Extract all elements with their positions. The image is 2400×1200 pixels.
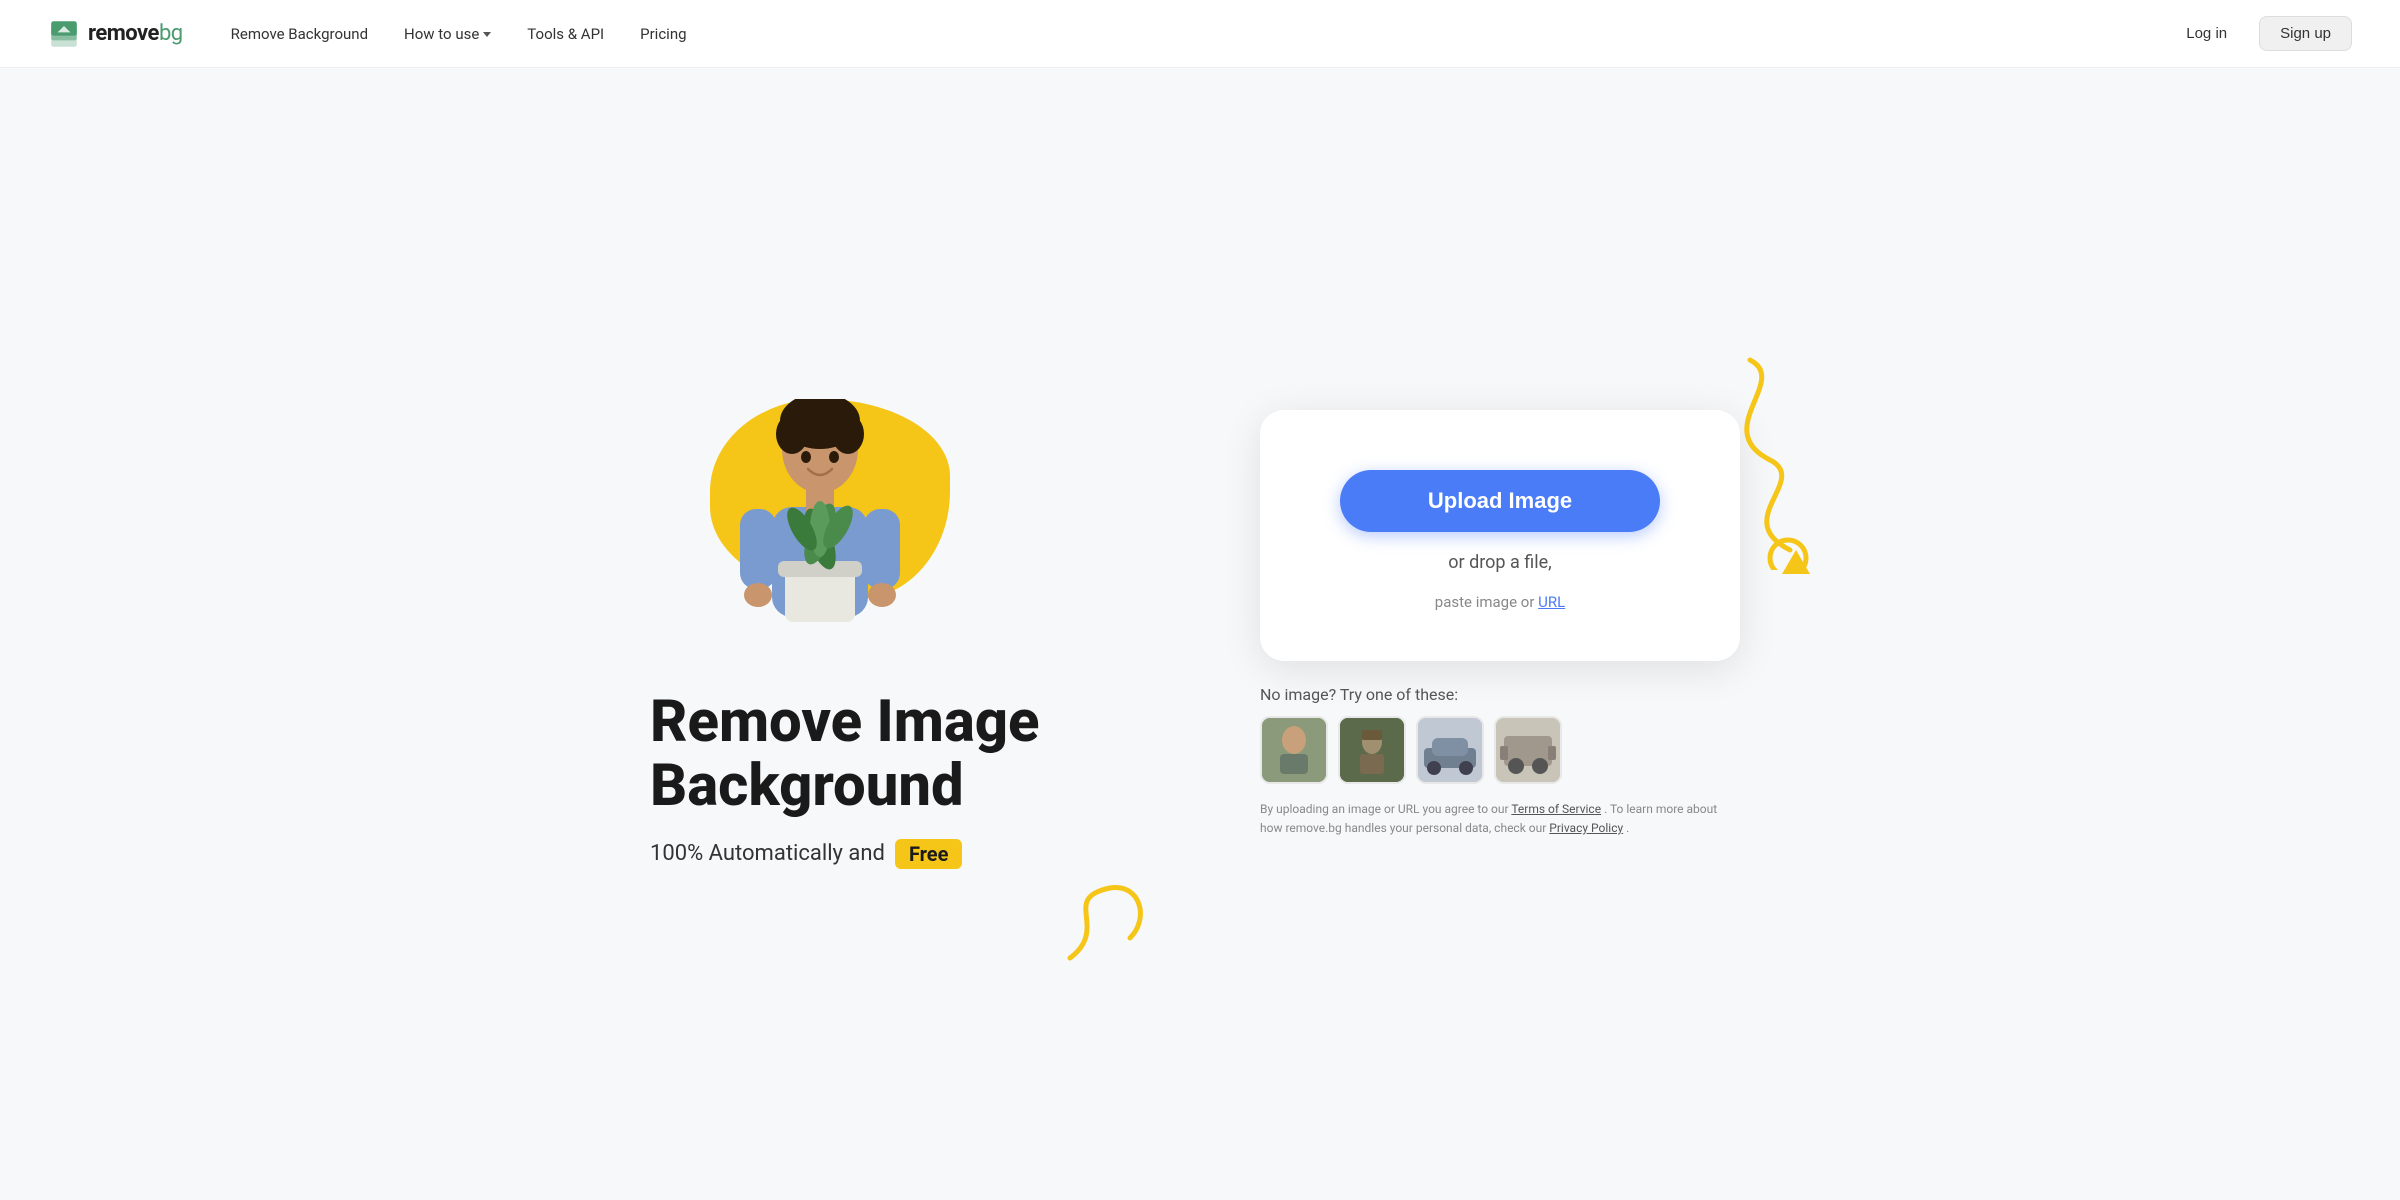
paste-text: paste image or URL: [1435, 593, 1565, 611]
nav-remove-background[interactable]: Remove Background: [231, 25, 368, 43]
upload-image-button[interactable]: Upload Image: [1340, 470, 1660, 532]
nav-tools-api[interactable]: Tools & API: [527, 25, 604, 43]
url-link[interactable]: URL: [1538, 593, 1565, 611]
nav-pricing[interactable]: Pricing: [640, 25, 686, 43]
hero-subtext: 100% Automatically and Free: [650, 839, 1170, 869]
hero-left: Remove Image Background 100% Automatical…: [650, 379, 1170, 869]
sample-image-4[interactable]: [1494, 716, 1562, 784]
terms-of-service-link[interactable]: Terms of Service: [1511, 802, 1601, 816]
hero-person-image: [730, 399, 910, 659]
squiggle-decoration-bottom-left: [1050, 878, 1170, 978]
privacy-policy-link[interactable]: Privacy Policy: [1549, 821, 1623, 835]
hero-heading: Remove Image Background: [650, 691, 1170, 819]
logo-text: removebg: [88, 21, 183, 46]
nav-links: Remove Background How to use Tools & API…: [231, 25, 2171, 43]
nav-how-to-use[interactable]: How to use: [404, 25, 491, 43]
signup-button[interactable]: Sign up: [2259, 16, 2352, 51]
nav-auth: Log in Sign up: [2170, 16, 2352, 51]
sample-image-3[interactable]: [1416, 716, 1484, 784]
upload-card: Upload Image or drop a file, paste image…: [1260, 410, 1740, 661]
login-button[interactable]: Log in: [2170, 17, 2243, 50]
how-to-use-chevron-icon: [483, 32, 491, 37]
free-badge: Free: [895, 839, 962, 869]
sample-images-row: [1260, 716, 1740, 784]
logo-icon: [48, 18, 80, 50]
logo-link[interactable]: removebg: [48, 18, 183, 50]
triangle-decoration: [1782, 550, 1810, 578]
sample-image-1[interactable]: [1260, 716, 1328, 784]
hero-right: Upload Image or drop a file, paste image…: [1250, 410, 1750, 838]
drop-text: or drop a file,: [1448, 552, 1551, 573]
terms-text: By uploading an image or URL you agree t…: [1260, 800, 1740, 838]
sample-label: No image? Try one of these:: [1260, 685, 1740, 704]
sample-image-2[interactable]: [1338, 716, 1406, 784]
hero-image-area: [650, 379, 990, 659]
hero-section: Remove Image Background 100% Automatical…: [0, 68, 2400, 1200]
navbar: removebg Remove Background How to use To…: [0, 0, 2400, 68]
sample-area: No image? Try one of these:: [1260, 685, 1740, 784]
